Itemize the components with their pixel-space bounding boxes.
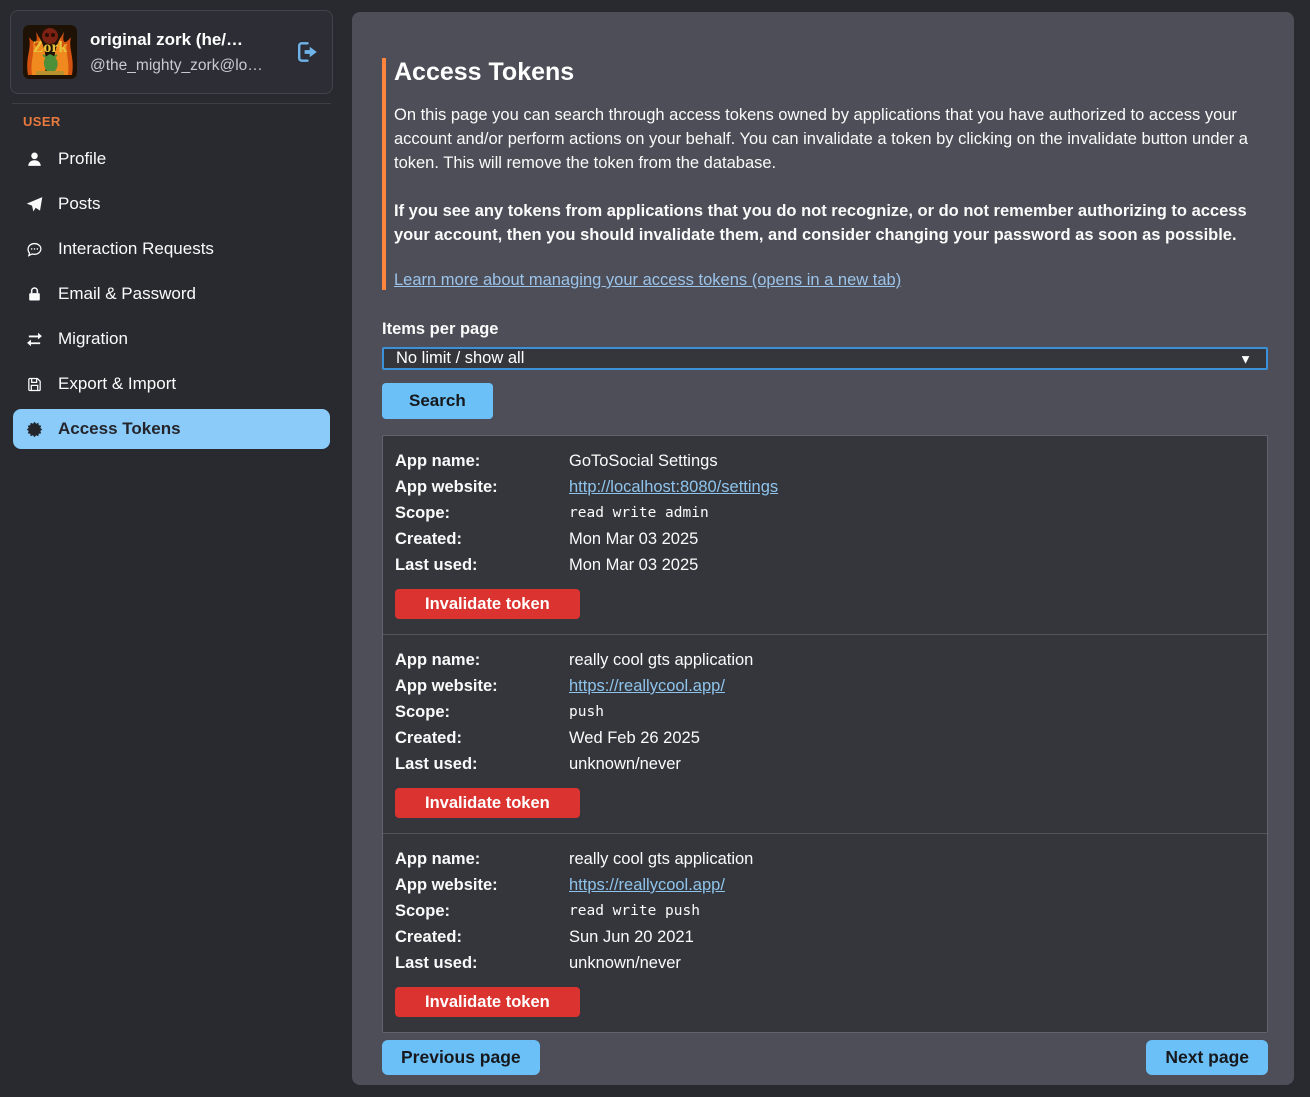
token-scope: push	[569, 699, 604, 725]
svg-text:Zork: Zork	[33, 39, 68, 56]
user-icon	[25, 150, 43, 168]
token-created: Mon Mar 03 2025	[569, 526, 698, 552]
token-created: Wed Feb 26 2025	[569, 725, 700, 751]
field-label-app-website: App website:	[395, 474, 569, 500]
dropdown-arrow-icon: ▼	[1239, 351, 1252, 366]
token-field-row: App website: https://reallycool.app/	[395, 673, 1255, 699]
token-last-used: Mon Mar 03 2025	[569, 552, 698, 578]
field-label-scope: Scope:	[395, 699, 569, 725]
sidebar-item-migration[interactable]: Migration	[13, 319, 330, 359]
token-field-row: Created: Mon Mar 03 2025	[395, 526, 1255, 552]
field-label-created: Created:	[395, 725, 569, 751]
token-app-name: really cool gts application	[569, 647, 753, 673]
invalidate-token-button[interactable]: Invalidate token	[395, 788, 580, 818]
token-app-name: really cool gts application	[569, 846, 753, 872]
items-per-page-label: Items per page	[382, 320, 1268, 339]
sidebar-item-access-tokens[interactable]: Access Tokens	[13, 409, 330, 449]
token-scope: read write push	[569, 898, 700, 924]
items-per-page-select[interactable]: No limit / show all ▼	[382, 347, 1268, 370]
pagination: Previous page Next page	[382, 1040, 1268, 1075]
token-field-row: Scope: read write push	[395, 898, 1255, 924]
token-app-website-link[interactable]: http://localhost:8080/settings	[569, 474, 778, 500]
floppy-disk-icon	[25, 375, 43, 393]
token-scope: read write admin	[569, 500, 709, 526]
token-field-row: Scope: read write admin	[395, 500, 1255, 526]
token-field-row: Last used: unknown/never	[395, 950, 1255, 976]
field-label-scope: Scope:	[395, 500, 569, 526]
items-per-page-value: No limit / show all	[396, 349, 524, 368]
sidebar-divider	[12, 103, 331, 104]
paper-plane-icon	[25, 195, 43, 213]
user-display-name: original zork (he/…	[90, 30, 281, 50]
page-intro: Access Tokens On this page you can searc…	[382, 58, 1268, 290]
previous-page-button[interactable]: Previous page	[382, 1040, 540, 1075]
page-title: Access Tokens	[394, 58, 1268, 87]
sign-out-icon[interactable]	[294, 39, 320, 65]
sidebar-item-email-password[interactable]: Email & Password	[13, 274, 330, 314]
token-field-row: Scope: push	[395, 699, 1255, 725]
sidebar-item-profile[interactable]: Profile	[13, 139, 330, 179]
token-field-row: App name: really cool gts application	[395, 846, 1255, 872]
token-field-row: App website: https://reallycool.app/	[395, 872, 1255, 898]
field-label-app-name: App name:	[395, 448, 569, 474]
token-created: Sun Jun 20 2021	[569, 924, 694, 950]
sidebar-item-export-import[interactable]: Export & Import	[13, 364, 330, 404]
sidebar-item-label: Profile	[58, 149, 106, 169]
token-field-row: App website: http://localhost:8080/setti…	[395, 474, 1255, 500]
token-app-website-link[interactable]: https://reallycool.app/	[569, 673, 725, 699]
sidebar-item-label: Access Tokens	[58, 419, 181, 439]
search-button[interactable]: Search	[382, 383, 493, 419]
exchange-arrows-icon	[25, 330, 43, 348]
intro-paragraph: On this page you can search through acce…	[394, 103, 1268, 175]
field-label-created: Created:	[395, 526, 569, 552]
certificate-icon	[25, 420, 43, 438]
invalidate-token-button[interactable]: Invalidate token	[395, 589, 580, 619]
field-label-last-used: Last used:	[395, 950, 569, 976]
comment-dots-icon	[25, 240, 43, 258]
sidebar-item-label: Migration	[58, 329, 128, 349]
token-last-used: unknown/never	[569, 751, 681, 777]
token-app-website-link[interactable]: https://reallycool.app/	[569, 872, 725, 898]
field-label-app-name: App name:	[395, 846, 569, 872]
token-field-row: Last used: Mon Mar 03 2025	[395, 552, 1255, 578]
field-label-last-used: Last used:	[395, 552, 569, 578]
sidebar-item-interaction-requests[interactable]: Interaction Requests	[13, 229, 330, 269]
sidebar-item-label: Posts	[58, 194, 101, 214]
sidebar-item-label: Export & Import	[58, 374, 176, 394]
invalidate-token-button[interactable]: Invalidate token	[395, 987, 580, 1017]
field-label-scope: Scope:	[395, 898, 569, 924]
user-info: original zork (he/… @the_mighty_zork@lo…	[90, 30, 281, 75]
warning-paragraph: If you see any tokens from applications …	[394, 199, 1268, 247]
field-label-app-website: App website:	[395, 673, 569, 699]
token-entry: App name: GoToSocial Settings App websit…	[383, 436, 1267, 635]
token-last-used: unknown/never	[569, 950, 681, 976]
token-field-row: Created: Sun Jun 20 2021	[395, 924, 1255, 950]
sidebar-item-label: Interaction Requests	[58, 239, 214, 259]
token-field-row: Last used: unknown/never	[395, 751, 1255, 777]
token-field-row: App name: GoToSocial Settings	[395, 448, 1255, 474]
lock-icon	[25, 285, 43, 303]
next-page-button[interactable]: Next page	[1146, 1040, 1268, 1075]
main-panel: Access Tokens On this page you can searc…	[352, 12, 1294, 1085]
user-handle: @the_mighty_zork@lo…	[90, 57, 281, 75]
token-entry: App name: really cool gts application Ap…	[383, 834, 1267, 1032]
field-label-app-website: App website:	[395, 872, 569, 898]
token-entry: App name: really cool gts application Ap…	[383, 635, 1267, 834]
sidebar: Zork original zork (he/… @the_mighty_zor…	[0, 0, 350, 1097]
token-list: App name: GoToSocial Settings App websit…	[382, 435, 1268, 1033]
sidebar-nav: Profile Posts Interaction Requests Email…	[10, 139, 333, 449]
avatar: Zork	[23, 25, 77, 79]
token-field-row: Created: Wed Feb 26 2025	[395, 725, 1255, 751]
user-card[interactable]: Zork original zork (he/… @the_mighty_zor…	[10, 10, 333, 94]
token-app-name: GoToSocial Settings	[569, 448, 718, 474]
app-root: Zork original zork (he/… @the_mighty_zor…	[0, 0, 1310, 1097]
field-label-last-used: Last used:	[395, 751, 569, 777]
sidebar-item-posts[interactable]: Posts	[13, 184, 330, 224]
sidebar-item-label: Email & Password	[58, 284, 196, 304]
field-label-created: Created:	[395, 924, 569, 950]
nav-section-label: USER	[23, 114, 333, 129]
field-label-app-name: App name:	[395, 647, 569, 673]
token-field-row: App name: really cool gts application	[395, 647, 1255, 673]
learn-more-link[interactable]: Learn more about managing your access to…	[394, 271, 901, 289]
